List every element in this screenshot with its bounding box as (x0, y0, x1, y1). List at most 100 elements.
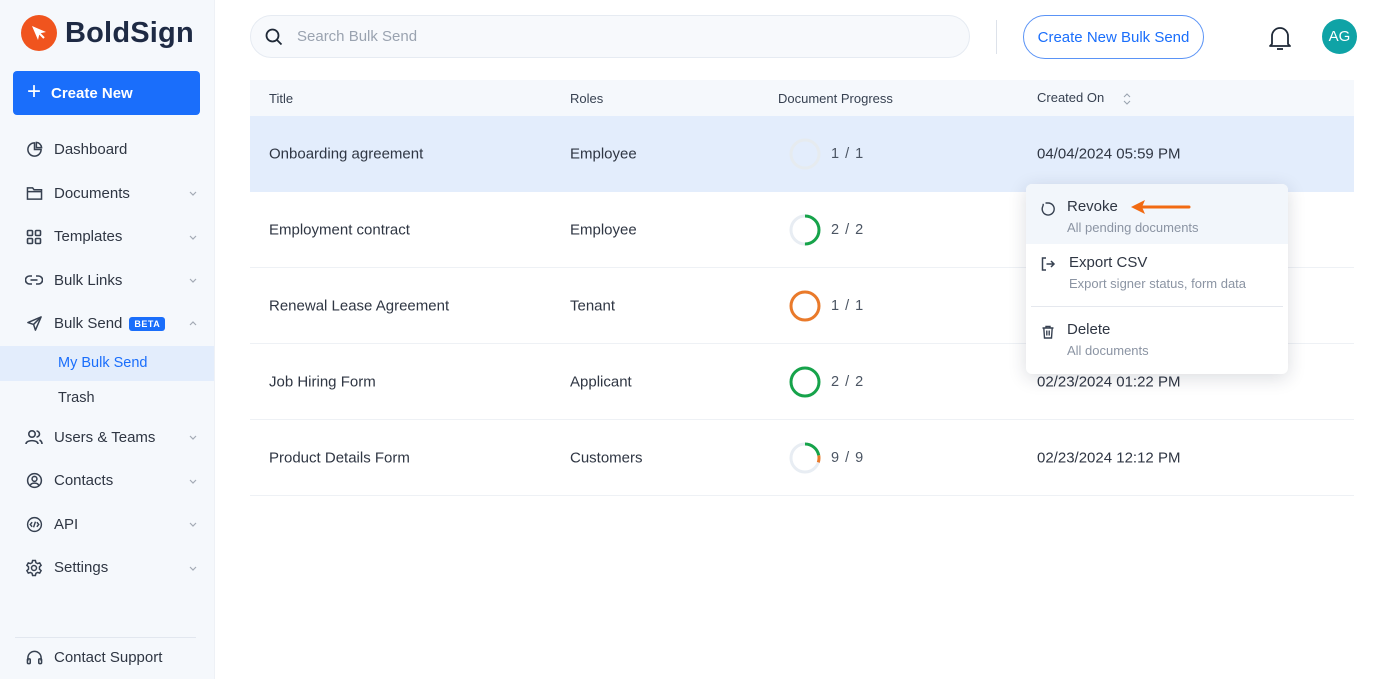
row-progress-count: 1 / 1 (831, 297, 865, 314)
row-progress-count: 2 / 2 (831, 373, 865, 390)
row-progress-count: 2 / 2 (831, 221, 865, 238)
folder-icon (25, 184, 43, 202)
row-progress: 1 / 1 (788, 137, 864, 171)
row-created-on: 02/23/2024 12:12 PM (1037, 449, 1181, 466)
sidebar-subitem-my-bulk-send[interactable]: My Bulk Send (0, 345, 214, 381)
chevron-up-icon (189, 320, 197, 326)
row-progress: 2 / 2 (788, 365, 864, 399)
row-title: Onboarding agreement (269, 145, 424, 163)
column-header-created-on-label: Created On (1037, 90, 1105, 106)
progress-ring-icon (789, 442, 821, 473)
chevron-down-icon (189, 235, 197, 240)
row-title: Job Hiring Form (269, 373, 376, 390)
beta-badge: BETA (129, 316, 166, 331)
menu-item-delete[interactable]: Delete All documents (1026, 307, 1288, 373)
row-title: Employment contract (269, 221, 410, 238)
chevron-down-icon (189, 566, 197, 571)
menu-item-label: Export CSV (1069, 254, 1148, 271)
logo[interactable]: BoldSign (0, 0, 214, 66)
sidebar-item-dashboard[interactable]: Dashboard (0, 128, 214, 172)
users-icon (25, 428, 43, 446)
sidebar-item-label: Bulk Send (54, 315, 123, 333)
row-progress-count: 9 / 9 (831, 449, 865, 466)
api-icon (25, 515, 43, 533)
sidebar-item-label: Bulk Links (54, 271, 123, 289)
sidebar-item-label: Contacts (54, 472, 114, 490)
progress-declined-arc (789, 290, 821, 321)
grid-icon (25, 228, 43, 246)
brand-name: BoldSign (65, 16, 194, 49)
row-role: Tenant (570, 297, 616, 314)
sidebar-item-settings[interactable]: Settings (0, 546, 214, 590)
row-title: Product Details Form (269, 449, 410, 466)
create-new-button[interactable]: + Create New (13, 71, 200, 115)
sidebar-item-bulk-links[interactable]: Bulk Links (0, 259, 214, 303)
sidebar-item-users-teams[interactable]: Users & Teams (0, 416, 214, 460)
progress-ring-icon (789, 366, 821, 397)
column-header-roles: Roles (570, 90, 604, 106)
search-input[interactable] (297, 28, 897, 45)
menu-item-description: All documents (1067, 343, 1149, 358)
sidebar-item-api[interactable]: API (0, 503, 214, 547)
menu-item-label: Delete (1067, 321, 1111, 338)
table-row[interactable]: Product Details Form Customers 9 / 9 02/… (250, 420, 1354, 496)
sidebar-divider (15, 637, 196, 638)
sidebar-item-templates[interactable]: Templates (0, 215, 214, 259)
bell-icon[interactable] (1267, 24, 1293, 52)
sidebar-nav: Dashboard Documents Templates Bulk Links… (0, 128, 214, 590)
link-icon (25, 271, 43, 289)
row-role: Employee (570, 221, 637, 238)
table-header: Title Roles Document Progress Created On (250, 80, 1354, 116)
sidebar-item-label: Users & Teams (54, 428, 156, 446)
sidebar-item-label: Documents (54, 184, 130, 202)
menu-item-export-csv[interactable]: Export CSV Export signer status, form da… (1026, 244, 1288, 306)
app: BoldSign + Create New Dashboard Document… (0, 0, 1379, 679)
menu-item-description: Export signer status, form data (1069, 276, 1247, 291)
create-new-bulk-send-button[interactable]: Create New Bulk Send (1023, 15, 1204, 59)
sidebar-item-contacts[interactable]: Contacts (0, 459, 214, 503)
sidebar-item-label: Dashboard (54, 141, 128, 159)
headset-icon (25, 648, 43, 666)
row-role: Employee (570, 145, 637, 163)
chevron-down-icon (189, 435, 197, 441)
row-role: Applicant (570, 373, 632, 390)
export-icon (1041, 257, 1056, 271)
column-header-created-on[interactable]: Created On (1037, 90, 1132, 106)
main-content: Create New Bulk Send AG Title Roles Docu… (215, 0, 1379, 679)
menu-item-description: All pending documents (1067, 220, 1199, 235)
revoke-icon (1041, 202, 1055, 216)
column-header-title: Title (269, 90, 294, 106)
sidebar-item-label: Templates (54, 228, 123, 246)
chevron-down-icon (189, 522, 197, 528)
sidebar-item-documents[interactable]: Documents (0, 172, 214, 216)
boldsign-logo-icon (21, 15, 57, 51)
header-divider (996, 20, 997, 54)
row-progress: 2 / 2 (788, 213, 864, 247)
row-role: Customers (570, 449, 643, 466)
sidebar: BoldSign + Create New Dashboard Document… (0, 0, 215, 679)
row-progress: 9 / 9 (788, 441, 864, 475)
column-header-document-progress: Document Progress (778, 90, 893, 106)
contact-support-link[interactable]: Contact Support (25, 648, 162, 666)
chevron-down-icon (189, 479, 197, 484)
progress-ring-icon (789, 138, 821, 170)
sidebar-item-label: API (54, 515, 79, 533)
sort-icon[interactable] (1122, 92, 1132, 106)
row-created-on: 02/23/2024 01:22 PM (1037, 373, 1181, 390)
row-progress: 1 / 1 (788, 289, 864, 323)
user-avatar[interactable]: AG (1322, 19, 1357, 54)
search-bar[interactable] (250, 15, 970, 58)
progress-track (789, 138, 821, 170)
sidebar-item-label: Settings (54, 559, 109, 577)
trash-icon (1042, 325, 1054, 339)
gear-icon (25, 559, 43, 577)
row-created-on: 04/04/2024 05:59 PM (1037, 145, 1181, 163)
progress-completed-arc (789, 366, 821, 397)
contact-support-label: Contact Support (54, 648, 163, 666)
sidebar-item-bulk-send[interactable]: Bulk Send BETA (0, 302, 214, 346)
sidebar-subitem-trash[interactable]: Trash (0, 381, 214, 416)
plus-icon: + (27, 78, 42, 105)
progress-ring-icon (789, 290, 821, 321)
table-row[interactable]: Onboarding agreement Employee 1 / 1 04/0… (250, 116, 1354, 192)
row-progress-count: 1 / 1 (831, 146, 865, 162)
